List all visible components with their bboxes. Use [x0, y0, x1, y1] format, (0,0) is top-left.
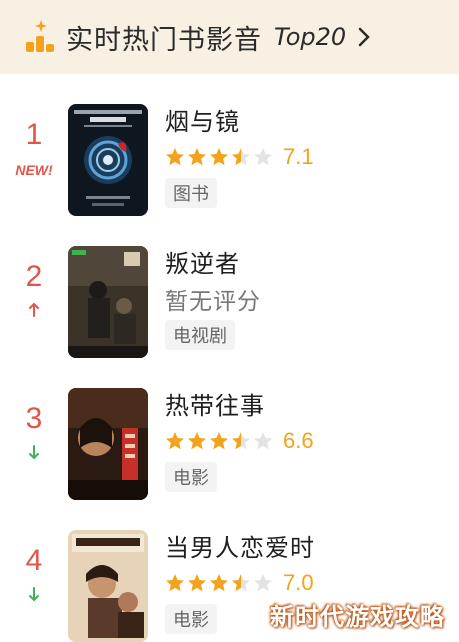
arrow-down-icon: [29, 445, 39, 460]
rank-number: 2: [25, 260, 43, 293]
score: 7.1: [283, 144, 314, 169]
category-tag[interactable]: 电视剧: [165, 320, 235, 350]
star-icon: [210, 574, 228, 592]
chevron-right-icon[interactable]: [354, 25, 374, 49]
score: 7.0: [283, 570, 314, 595]
list-item[interactable]: 2 叛逆者 暂无评分 电视剧: [0, 246, 459, 388]
item-title[interactable]: 当男人恋爱时: [165, 530, 449, 566]
rank-number: 3: [25, 402, 43, 435]
star-icon: [232, 574, 250, 592]
cover-image[interactable]: [68, 104, 148, 216]
star-rating: [165, 431, 273, 451]
star-icon: [166, 432, 184, 450]
rank-number: 1: [25, 118, 43, 151]
star-icon: [254, 574, 272, 592]
header-title: 实时热门书影音: [66, 24, 262, 56]
star-icon: [210, 148, 228, 166]
category-tag[interactable]: 电影: [165, 462, 217, 492]
category-tag[interactable]: 图书: [165, 178, 217, 208]
no-rating-text: 暂无评分: [165, 289, 261, 315]
cover-image[interactable]: [68, 246, 148, 358]
header-tag: Top20: [274, 23, 347, 51]
star-icon: [210, 432, 228, 450]
item-title[interactable]: 叛逆者: [165, 246, 449, 282]
list-item[interactable]: 3 热带往事 6.6 电影: [0, 388, 459, 530]
star-icon: [166, 148, 184, 166]
star-icon: [232, 432, 250, 450]
cover-image[interactable]: [68, 388, 148, 500]
cover-image[interactable]: [68, 530, 148, 642]
item-title[interactable]: 烟与镜: [165, 104, 449, 140]
star-icon: [166, 574, 184, 592]
star-icon: [254, 148, 272, 166]
arrow-down-icon: [29, 587, 39, 602]
watermark: 新时代游戏攻略: [270, 603, 445, 631]
item-title[interactable]: 热带往事: [165, 388, 449, 424]
ranking-header[interactable]: 实时热门书影音 Top20: [0, 0, 459, 74]
star-icon: [188, 432, 206, 450]
arrow-up-icon: [29, 302, 39, 317]
star-rating: [165, 573, 273, 593]
rank-number: 4: [25, 544, 43, 577]
category-tag[interactable]: 电影: [165, 604, 217, 634]
star-icon: [254, 432, 272, 450]
list-item[interactable]: 1 NEW! 烟与镜 7.1 图书: [0, 104, 459, 246]
new-badge: NEW!: [15, 162, 53, 178]
star-icon: [188, 574, 206, 592]
score: 6.6: [283, 428, 314, 453]
chart-bars-icon: [26, 20, 54, 52]
star-icon: [232, 148, 250, 166]
star-icon: [188, 148, 206, 166]
star-rating: [165, 147, 273, 167]
